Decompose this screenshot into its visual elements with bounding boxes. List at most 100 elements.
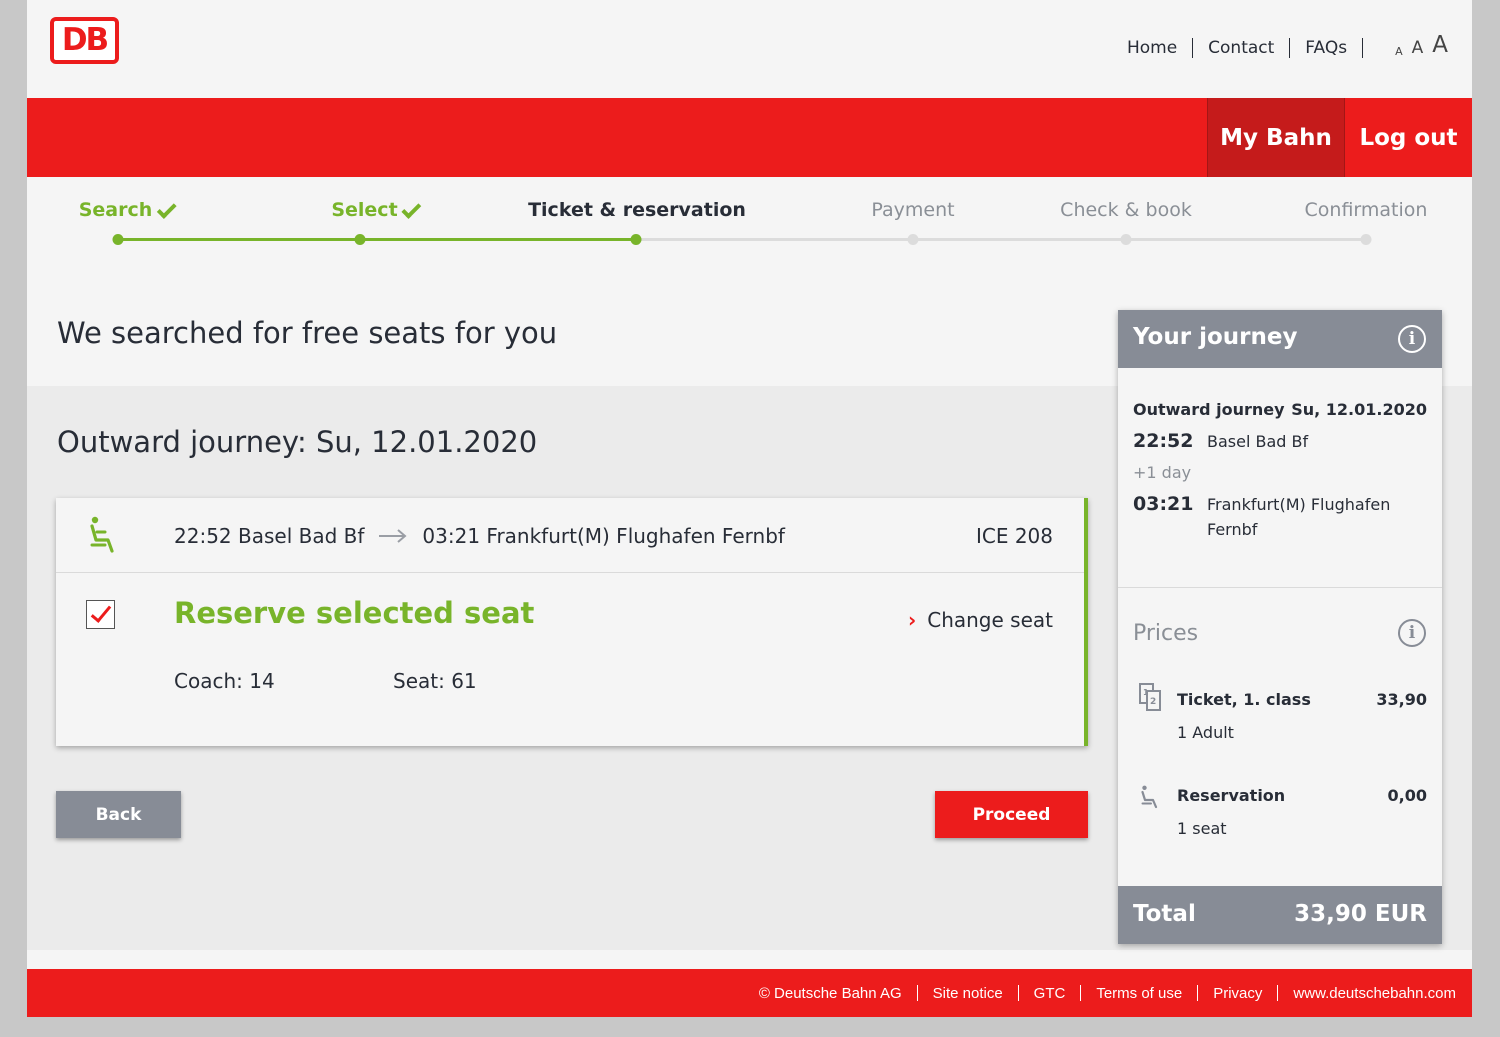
footer-divider: [1277, 985, 1279, 1001]
reserve-seat-checkbox[interactable]: [86, 600, 115, 629]
log-out-button[interactable]: Log out: [1345, 98, 1472, 177]
booking-progress: Search Select Ticket & reservation Payme…: [27, 177, 1472, 257]
prices-label: Prices: [1133, 621, 1199, 646]
reservation-label: Reservation: [1177, 786, 1286, 805]
route: 22:52 Basel Bad Bf 03:21 Frankfurt(M) Fl…: [174, 524, 785, 548]
page: DB Home Contact FAQs A A A My Bahn Log o…: [27, 0, 1472, 1017]
step-check-book: Check & book: [1060, 199, 1192, 221]
copyright-text: © Deutsche Bahn AG: [758, 984, 902, 1002]
step-confirmation: Confirmation: [1305, 199, 1428, 221]
arrival-station-line1: Frankfurt(M) Flughafen: [1207, 495, 1391, 514]
train-number: ICE 208: [975, 524, 1053, 548]
step-dot: [1360, 234, 1372, 245]
checkmark-icon: [90, 601, 112, 623]
svg-text:1: 1: [1143, 688, 1149, 697]
db-logo[interactable]: DB: [50, 17, 119, 64]
progress-track-done: [117, 238, 637, 241]
journey-summary-header: Your journey i: [1118, 310, 1442, 368]
nav-faqs-link[interactable]: FAQs: [1305, 38, 1347, 58]
footer-divider: [916, 985, 918, 1001]
terms-link[interactable]: Terms of use: [1096, 985, 1182, 1002]
total-label: Total: [1133, 901, 1196, 927]
coach-number: Coach: 14: [174, 669, 275, 693]
seat-reservation-card: 22:52 Basel Bad Bf 03:21 Frankfurt(M) Fl…: [56, 498, 1088, 746]
seat-number: Seat: 61: [393, 669, 477, 693]
arrival-text: 03:21 Frankfurt(M) Flughafen Fernbf: [422, 524, 785, 548]
font-size-medium-button[interactable]: A: [1412, 38, 1424, 58]
departure-time: 22:52: [1133, 430, 1194, 452]
page-headline: We searched for free seats for you: [57, 316, 558, 350]
svg-text:2: 2: [1150, 697, 1156, 707]
chevron-right-icon: ›: [907, 608, 917, 632]
step-dot: [354, 234, 366, 245]
journey-summary-title: Your journey: [1133, 324, 1298, 350]
font-size-switcher: A A A: [1386, 32, 1448, 58]
reservation-price: 0,00: [1387, 786, 1427, 805]
arrival-time: 03:21: [1133, 493, 1194, 515]
total-amount: 33,90 EUR: [1294, 901, 1427, 927]
nav-divider: [1362, 38, 1364, 58]
footer-divider: [1197, 985, 1199, 1001]
privacy-link[interactable]: Privacy: [1213, 985, 1262, 1002]
step-search[interactable]: Search: [78, 199, 177, 221]
nav-contact-link[interactable]: Contact: [1208, 38, 1274, 58]
total-bar: Total 33,90 EUR: [1118, 886, 1442, 944]
step-payment: Payment: [871, 199, 954, 221]
journey-label: Outward journey: [1133, 400, 1285, 419]
font-size-large-button[interactable]: A: [1432, 32, 1448, 58]
step-label: Payment: [871, 199, 955, 221]
outward-journey-title: Outward journey: Su, 12.01.2020: [57, 425, 538, 459]
arrival-station-line2: Fernbf: [1207, 520, 1258, 539]
ticket-icon: 1 2: [1139, 683, 1161, 711]
step-label: Search: [78, 199, 153, 221]
step-label: Check & book: [1060, 199, 1192, 221]
reserve-seat-title: Reserve selected seat: [174, 596, 535, 630]
step-label: Ticket & reservation: [528, 199, 746, 221]
step-dot: [630, 234, 642, 245]
my-bahn-button[interactable]: My Bahn: [1207, 98, 1345, 177]
arrow-right-icon: [379, 529, 407, 543]
proceed-button[interactable]: Proceed: [935, 791, 1088, 838]
nav-home-link[interactable]: Home: [1127, 38, 1177, 58]
step-dot: [1120, 234, 1132, 245]
seat-icon: [90, 516, 114, 553]
font-size-small-button[interactable]: A: [1395, 45, 1403, 58]
check-icon: [401, 199, 422, 219]
seat-icon: [1141, 785, 1158, 809]
ticket-label: Ticket, 1. class: [1177, 690, 1311, 709]
departure-station: Basel Bad Bf: [1207, 432, 1309, 451]
divider: [1118, 587, 1442, 588]
top-navigation: Home Contact FAQs A A A: [1127, 32, 1448, 58]
step-dot: [112, 234, 124, 245]
website-link[interactable]: www.deutschebahn.com: [1293, 985, 1456, 1002]
progress-track-todo: [637, 238, 1367, 241]
step-dot: [907, 234, 919, 245]
day-offset: +1 day: [1133, 463, 1192, 482]
step-ticket-reservation: Ticket & reservation: [528, 199, 746, 221]
footer-divider: [1080, 985, 1082, 1001]
logo-text: DB: [61, 22, 109, 58]
nav-divider: [1192, 38, 1194, 58]
info-icon[interactable]: i: [1398, 619, 1426, 647]
step-label: Confirmation: [1304, 199, 1428, 221]
departure-text: 22:52 Basel Bad Bf: [174, 524, 365, 548]
check-icon: [156, 199, 177, 219]
change-seat-label: Change seat: [927, 608, 1053, 632]
header-bar: My Bahn Log out: [27, 98, 1472, 177]
site-notice-link[interactable]: Site notice: [933, 985, 1003, 1002]
step-label: Select: [331, 199, 398, 221]
reservation-seats: 1 seat: [1177, 819, 1227, 838]
footer-divider: [1017, 985, 1019, 1001]
back-button[interactable]: Back: [56, 791, 181, 838]
ticket-passengers: 1 Adult: [1177, 723, 1234, 742]
change-seat-link[interactable]: › Change seat: [908, 608, 1053, 632]
journey-date: Su, 12.01.2020: [1291, 400, 1427, 419]
footer: © Deutsche Bahn AG Site notice GTC Terms…: [27, 969, 1472, 1017]
gtc-link[interactable]: GTC: [1034, 985, 1066, 1002]
ticket-price: 33,90: [1376, 690, 1427, 709]
step-select[interactable]: Select: [331, 199, 422, 221]
journey-summary: Your journey i Outward journey Su, 12.01…: [1118, 310, 1442, 944]
info-icon[interactable]: i: [1398, 325, 1426, 353]
nav-divider: [1289, 38, 1291, 58]
connection-row: 22:52 Basel Bad Bf 03:21 Frankfurt(M) Fl…: [56, 498, 1084, 573]
